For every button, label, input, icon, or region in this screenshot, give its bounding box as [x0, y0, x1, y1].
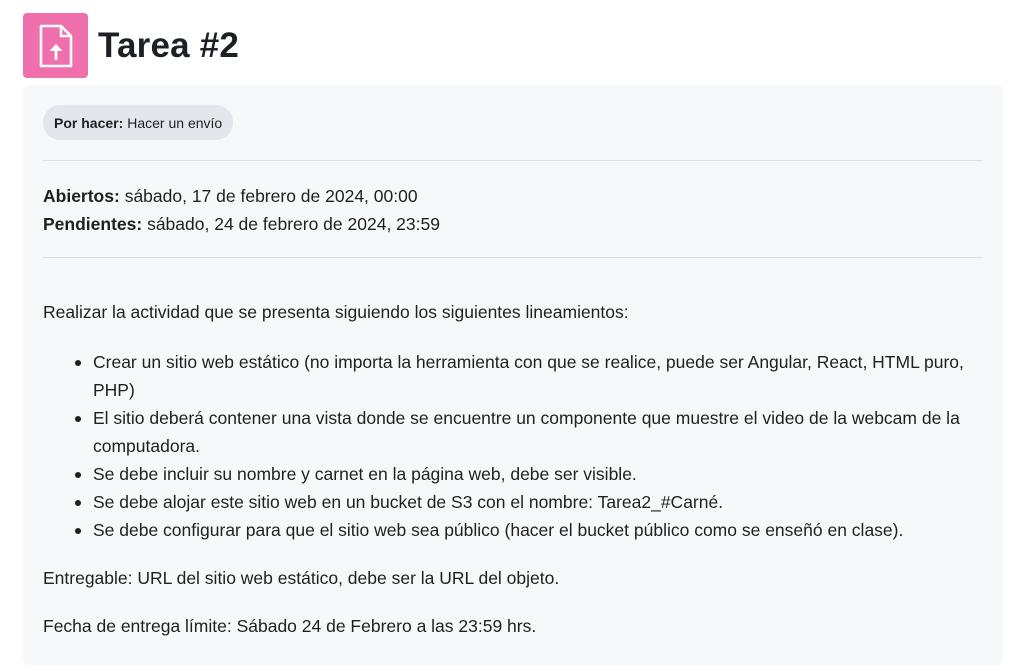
list-item-text: Se debe alojar este sitio web en un buck…: [93, 492, 724, 512]
opened-date: Abiertos: sábado, 17 de febrero de 2024,…: [43, 186, 418, 207]
bullet-icon: [75, 500, 81, 506]
opened-date-label: Abiertos:: [43, 186, 120, 206]
assignment-upload-icon: [23, 13, 88, 78]
due-date-label: Pendientes:: [43, 214, 143, 234]
divider: [43, 257, 983, 258]
bullet-icon: [75, 360, 81, 366]
divider: [43, 160, 983, 161]
page-title: Tarea #2: [98, 25, 240, 65]
opened-date-value: sábado, 17 de febrero de 2024, 00:00: [124, 186, 418, 206]
list-item: Se debe alojar este sitio web en un buck…: [43, 488, 973, 516]
list-item-text: Se debe incluir su nombre y carnet en la…: [93, 464, 637, 484]
requirements-list: Crear un sitio web estático (no importa …: [43, 348, 973, 544]
deadline-text: Fecha de entrega límite: Sábado 24 de Fe…: [43, 616, 537, 636]
page-header: Tarea #2: [23, 13, 239, 78]
due-date-value: sábado, 24 de febrero de 2024, 23:59: [147, 214, 440, 234]
list-item-text: Crear un sitio web estático (no importa …: [93, 352, 964, 400]
status-label: Por hacer:: [54, 114, 124, 131]
activity-information-card: Por hacer: Hacer un envío Abiertos: sába…: [23, 85, 1003, 665]
deliverable-text: Entregable: URL del sitio web estático, …: [43, 568, 560, 588]
list-item: El sitio deberá contener una vista donde…: [43, 404, 973, 460]
bullet-icon: [75, 528, 81, 534]
bullet-icon: [75, 472, 81, 478]
completion-status-badge: Por hacer: Hacer un envío: [43, 105, 234, 140]
list-item-text: El sitio deberá contener una vista donde…: [93, 408, 960, 456]
description-intro: Realizar la actividad que se presenta si…: [43, 302, 629, 322]
list-item: Crear un sitio web estático (no importa …: [43, 348, 973, 404]
list-item-text: Se debe configurar para que el sitio web…: [93, 520, 904, 540]
list-item: Se debe incluir su nombre y carnet en la…: [43, 460, 973, 488]
bullet-icon: [75, 416, 81, 422]
status-value: Hacer un envío: [127, 114, 223, 131]
due-date: Pendientes: sábado, 24 de febrero de 202…: [43, 214, 440, 235]
list-item: Se debe configurar para que el sitio web…: [43, 516, 973, 544]
